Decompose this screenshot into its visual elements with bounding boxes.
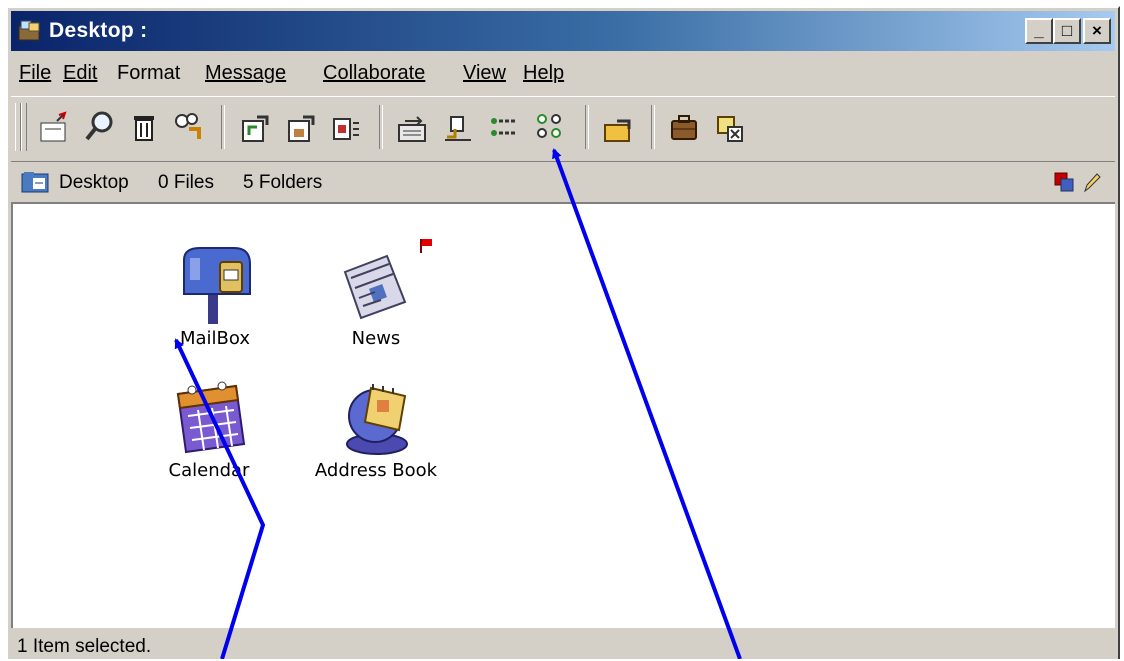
desktop-content-area[interactable]: MailBox News Calendar Address Book [11,202,1115,628]
desktop-item-label: MailBox [179,328,251,349]
mailbox-icon [183,247,251,324]
toolbar-separator [585,105,589,149]
menu-help-label: Help [523,62,565,84]
desktop-item-address-book[interactable]: Address Book [301,374,451,481]
list-view-icon[interactable] [487,107,521,147]
menu-message[interactable]: Message [205,62,286,85]
desktop-item-label: Calendar [168,460,250,481]
menu-format[interactable]: Format [117,62,180,85]
find-icon[interactable] [83,107,117,147]
close-button[interactable]: × [1083,18,1111,44]
menu-view[interactable]: View [463,62,506,85]
pencil-icon[interactable] [1081,171,1103,193]
menu-bar: File Edit Format Message Collaborate Vie… [11,54,1115,92]
connect-icon[interactable] [171,107,205,147]
menu-edit-label: Edit [63,62,98,84]
sign-icon[interactable] [441,107,475,147]
toolbar [11,96,1115,162]
toolbar-grip[interactable] [21,103,27,151]
path-bar: Desktop 0 Files 5 Folders [11,165,1115,199]
desktop-item-calendar[interactable]: Calendar [134,374,284,481]
menu-format-label: Format [117,62,181,84]
toolbar-separator [651,105,655,149]
menu-file-label: File [19,62,52,84]
desktop-item-label: Address Book [314,460,438,481]
document-icon[interactable] [329,107,363,147]
forward-icon[interactable] [395,107,429,147]
trash-icon[interactable] [127,107,161,147]
move-up-icon[interactable] [237,107,271,147]
menu-collaborate[interactable]: Collaborate [323,62,425,85]
folder-count: 5 Folders [243,172,323,193]
status-bar: 1 Item selected. [11,632,1115,661]
desktop-item-news[interactable]: News [301,239,451,349]
move-out-icon[interactable] [283,107,317,147]
calendar-icon [176,381,246,454]
title-bar[interactable]: Desktop : _ □ × [11,11,1115,51]
status-text: 1 Item selected. [17,636,152,657]
desktop-item-label: News [351,328,401,349]
desktop-item-mailbox[interactable]: MailBox [140,242,290,349]
folder-up-icon[interactable] [601,107,635,147]
copy-icon[interactable] [1053,171,1075,193]
compose-icon[interactable] [37,107,71,147]
menu-file[interactable]: File [19,62,51,85]
briefcase-icon[interactable] [667,107,701,147]
window-title: Desktop : [49,19,148,42]
people-view-icon[interactable] [533,107,567,147]
address-book-icon [346,384,408,455]
minimize-button[interactable]: _ [1025,18,1053,44]
menu-collaborate-label: Collaborate [323,62,426,84]
desktop-app-icon [18,20,40,41]
news-icon [343,254,407,320]
close-window-icon[interactable] [713,107,747,147]
menu-message-label: Message [205,62,287,84]
desktop-folder-icon [21,172,49,193]
red-flag-icon [420,239,432,253]
maximize-button[interactable]: □ [1053,18,1081,44]
app-window: Desktop : _ □ × File Edit Format Message… [6,6,1120,659]
menu-view-label: View [463,62,506,84]
toolbar-separator [379,105,383,149]
toolbar-separator [221,105,225,149]
current-location: Desktop [59,172,129,193]
menu-help[interactable]: Help [523,62,564,85]
menu-edit[interactable]: Edit [63,62,97,85]
file-count: 0 Files [158,172,214,193]
